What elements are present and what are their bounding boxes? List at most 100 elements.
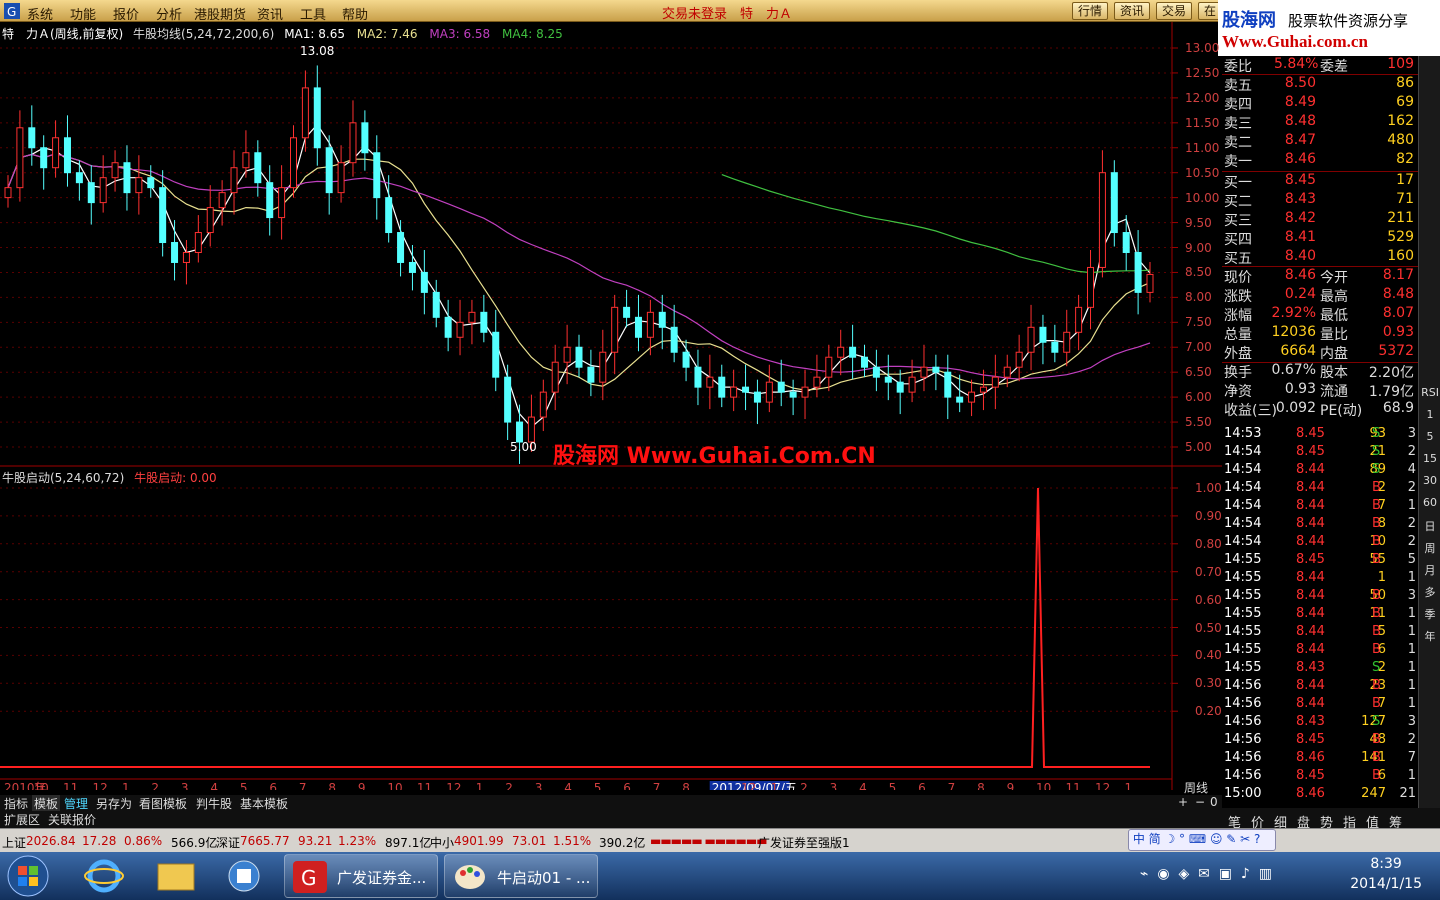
- tab-save-as[interactable]: 另存为: [94, 795, 134, 811]
- candle-body: [408, 261, 416, 273]
- menu-help[interactable]: 帮助: [342, 4, 368, 23]
- sz-change: 93.21: [298, 834, 333, 848]
- ime-toolbar[interactable]: 中 简 ☽ ° ⌨ ☺ ✎ ✂ ?: [1128, 829, 1276, 851]
- sub-axis-label: 0.40: [1195, 648, 1222, 663]
- time-axis-label: 7: [653, 781, 661, 790]
- task-guangfa[interactable]: G 广发证券金...: [284, 854, 438, 898]
- menu-analysis[interactable]: 分析: [156, 4, 182, 23]
- tab-basic-template[interactable]: 基本模板: [238, 795, 290, 811]
- chart-canvas[interactable]: 2010年10 11 12 1 2 3 4 5 6 7 8 9 10 11 12 1 2 3 4 5 6 7 8 2012/0…: [0, 22, 1222, 790]
- time-axis-label: 1: [1125, 781, 1133, 790]
- tab-related-quote[interactable]: 关联报价: [46, 811, 98, 827]
- ma4-value: MA4: 8.25: [502, 27, 563, 41]
- menu-quote[interactable]: 报价: [113, 4, 139, 23]
- sidebar-period-9[interactable]: 多: [1419, 584, 1440, 600]
- trade-side: S: [1372, 714, 1381, 729]
- sidebar-period-10[interactable]: 季: [1419, 606, 1440, 622]
- zx-change: 73.01: [512, 834, 547, 848]
- sell-divider: [1222, 74, 1418, 75]
- candle-body: [932, 366, 940, 373]
- banner-tagline: 股票软件资源分享: [1288, 12, 1409, 30]
- system-clock[interactable]: 8:39 2014/1/15: [1350, 856, 1422, 892]
- folder-icon[interactable]: [156, 858, 196, 894]
- trade-side: B: [1372, 498, 1381, 513]
- sell-row: 卖三 8.48 162: [1222, 113, 1418, 132]
- trade-button[interactable]: 交易: [1156, 2, 1193, 20]
- zoom-out-button[interactable]: −: [1193, 795, 1207, 811]
- indicator-name[interactable]: 牛股均线(5,24,72,200,6): [133, 27, 274, 41]
- sidebar-period-8[interactable]: 月: [1419, 562, 1440, 578]
- tab-template[interactable]: 模板: [32, 795, 61, 811]
- price-axis-label: 5.50: [1185, 415, 1212, 430]
- sell-volume: 162: [1387, 113, 1414, 129]
- menu-function[interactable]: 功能: [70, 4, 96, 23]
- trade-price: 8.45: [1296, 426, 1325, 441]
- trade-price: 8.45: [1296, 552, 1325, 567]
- sidebar-period-7[interactable]: 周: [1419, 540, 1440, 556]
- menu-system[interactable]: 系统: [27, 4, 53, 23]
- candle-body: [825, 356, 833, 378]
- trade-price: 8.43: [1296, 714, 1325, 729]
- tab-extension[interactable]: 扩展区: [2, 811, 42, 827]
- sub-info-line: 牛股启动(5,24,60,72) 牛股启动: 0.00: [2, 469, 217, 486]
- right-sidebar: RSI 1 5 15 30 60 日周月多季年: [1418, 56, 1440, 808]
- task-paint[interactable]: 牛启动01 - ...: [444, 854, 598, 898]
- ie-icon[interactable]: [84, 858, 124, 894]
- time-axis-label: 5: [594, 781, 602, 790]
- start-button-icon[interactable]: [6, 854, 50, 898]
- sidebar-period-1[interactable]: 1: [1419, 408, 1440, 421]
- ma4-line: [721, 174, 1151, 274]
- tab-indicator[interactable]: 指标: [2, 795, 30, 811]
- main-info-line: 特 力Ａ(周线,前复权) 牛股均线(5,24,72,200,6) MA1: 8.…: [2, 25, 563, 42]
- tray-icons[interactable]: ⌁ ◉ ◈ ✉ ▣ ♪ ▥: [1140, 866, 1272, 882]
- tab-chart-template[interactable]: 看图模板: [137, 795, 189, 811]
- chart-area[interactable]: 2010年 10 11 12 1 2 3 4 5 6 7 8 9 10 11 12 1 2 3 4 5 6 7 8 2012/0…: [0, 22, 1222, 795]
- trade-row: 14:56 8.43 127 S 3: [1222, 714, 1418, 732]
- app-launcher-icon[interactable]: [224, 858, 264, 894]
- tab-manage[interactable]: 管理: [62, 795, 90, 811]
- candle-body: [634, 316, 642, 338]
- sub-indicator-name[interactable]: 牛股启动(5,24,60,72): [2, 471, 124, 485]
- stat-value: 0.67%: [1271, 362, 1316, 378]
- time-axis-label: 2: [800, 781, 808, 790]
- menu-news[interactable]: 资讯: [257, 4, 283, 23]
- time-axis-label: 8: [977, 781, 985, 790]
- quote-button[interactable]: 行情: [1072, 2, 1109, 20]
- diff-label: 委差: [1320, 59, 1348, 75]
- tab-bull-stock[interactable]: 判牛股: [194, 795, 234, 811]
- news-button[interactable]: 资讯: [1114, 2, 1151, 20]
- price-axis-label: 9.50: [1185, 215, 1212, 230]
- buy-volume: 17: [1396, 172, 1414, 188]
- candle-body: [979, 386, 987, 393]
- sz-index: 7665.77: [240, 834, 290, 848]
- menu-tools[interactable]: 工具: [300, 4, 326, 23]
- trade-row: 14:56 8.44 23 B 1: [1222, 678, 1418, 696]
- trade-time: 14:55: [1224, 624, 1262, 639]
- trade-count: 2: [1407, 534, 1416, 549]
- sidebar-period-0[interactable]: RSI: [1419, 386, 1440, 399]
- zoom-in-button[interactable]: +: [1176, 795, 1190, 811]
- window-title: 交易未登录 特 力Ａ: [662, 7, 793, 22]
- stat-row: 涨幅 2.92% 最低 8.07: [1222, 305, 1418, 324]
- trade-count: 1: [1407, 678, 1416, 693]
- candle-body: [206, 207, 214, 234]
- sidebar-period-4[interactable]: 30: [1419, 474, 1440, 487]
- clock-time: 8:39: [1370, 856, 1402, 872]
- sidebar-period-3[interactable]: 15: [1419, 452, 1440, 465]
- menu-hk-futures[interactable]: 港股期货: [194, 4, 246, 23]
- sidebar-period-6[interactable]: 日: [1419, 518, 1440, 534]
- candle-body: [75, 172, 83, 184]
- sz-percent: 1.23%: [338, 834, 377, 848]
- candle-body: [1051, 341, 1059, 353]
- sidebar-period-5[interactable]: 60: [1419, 496, 1440, 509]
- candle-body: [313, 87, 321, 149]
- sidebar-period-2[interactable]: 5: [1419, 430, 1440, 443]
- price-axis-label: 8.50: [1185, 265, 1212, 280]
- zoom-reset-button[interactable]: 0: [1208, 795, 1220, 811]
- candle-body: [1063, 331, 1071, 353]
- trade-side: B: [1372, 696, 1381, 711]
- sidebar-period-11[interactable]: 年: [1419, 628, 1440, 644]
- period-label[interactable]: 周线: [1184, 779, 1208, 796]
- stat-label: PE(动): [1320, 403, 1363, 419]
- candle-body: [456, 321, 464, 338]
